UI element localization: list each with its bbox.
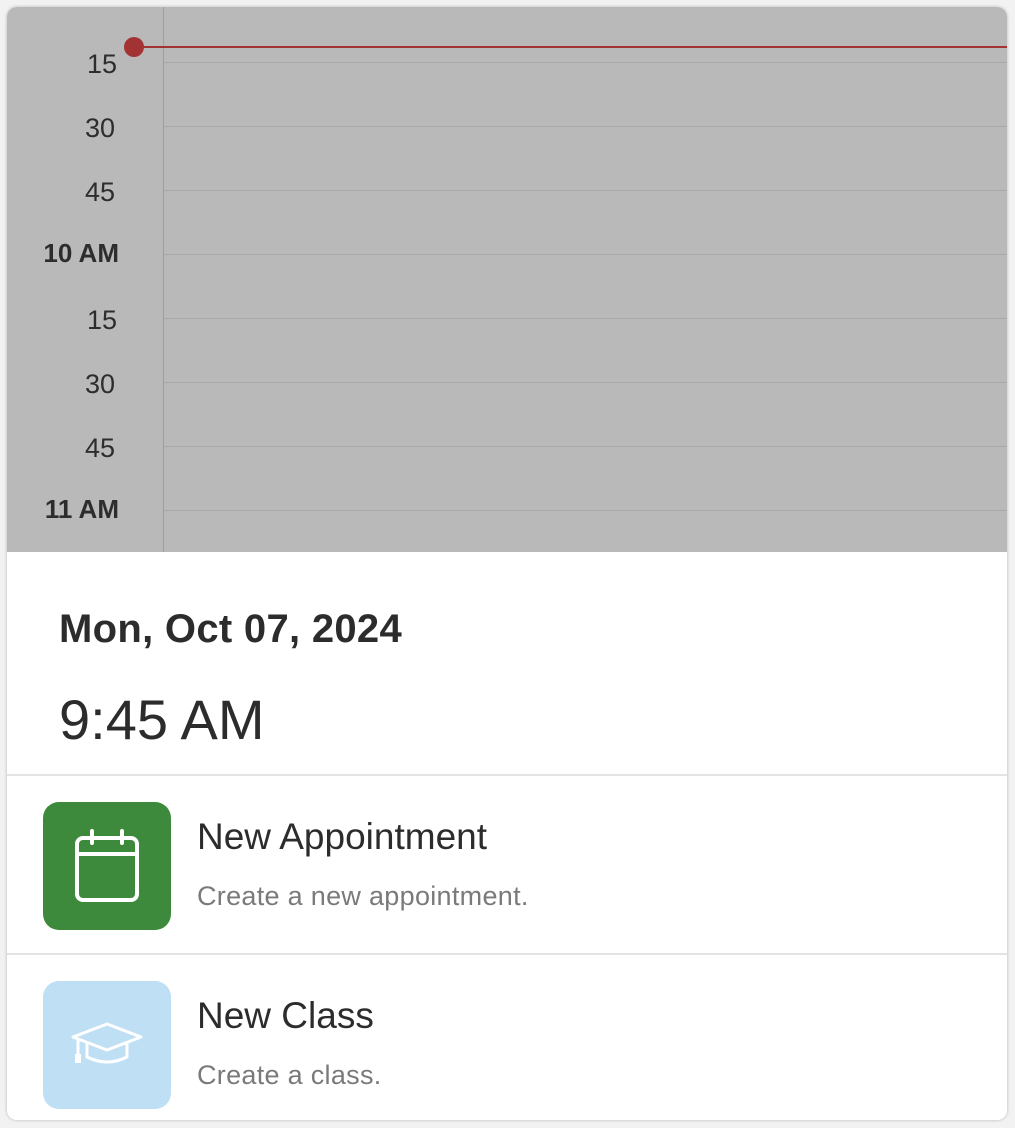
time-gutter-border: [163, 7, 164, 552]
time-label: 45: [84, 433, 115, 463]
new-class-title: New Class: [197, 995, 374, 1036]
grid-line: [164, 382, 1007, 383]
grid-line: [164, 510, 1007, 511]
current-time-dot: [124, 37, 144, 57]
grid-line: [164, 254, 1007, 255]
graduation-cap-icon: [43, 981, 171, 1109]
time-label: 15: [86, 305, 117, 335]
selected-time: 9:45 AM: [59, 688, 265, 751]
time-label: 30: [84, 113, 115, 143]
grid-line: [164, 446, 1007, 447]
grid-line: [164, 126, 1007, 127]
new-appointment-option[interactable]: New Appointment Create a new appointment…: [7, 776, 1007, 952]
new-appointment-subtitle: Create a new appointment.: [197, 881, 529, 911]
grid-line: [164, 190, 1007, 191]
time-label: 45: [84, 177, 115, 207]
grid-line: [164, 62, 1007, 63]
selected-date: Mon, Oct 07, 2024: [59, 607, 403, 651]
time-label: 15: [86, 49, 117, 79]
time-label: 30: [84, 369, 115, 399]
time-label-hour: 10 AM: [43, 238, 119, 268]
app-window: 15 30 45 10 AM 15 30 45 11 AM Mon, Oct 0…: [7, 7, 1007, 1120]
new-item-sheet: Mon, Oct 07, 2024 9:45 AM New Appointmen…: [7, 552, 1007, 1120]
time-label-hour: 11 AM: [44, 494, 119, 524]
day-calendar-grid[interactable]: 15 30 45 10 AM 15 30 45 11 AM: [7, 7, 1007, 552]
grid-line: [164, 318, 1007, 319]
new-appointment-title: New Appointment: [197, 816, 488, 857]
current-time-line: [134, 46, 1007, 48]
new-class-option[interactable]: New Class Create a class.: [7, 955, 1007, 1120]
new-class-subtitle: Create a class.: [197, 1060, 382, 1090]
calendar-icon: [43, 802, 171, 930]
